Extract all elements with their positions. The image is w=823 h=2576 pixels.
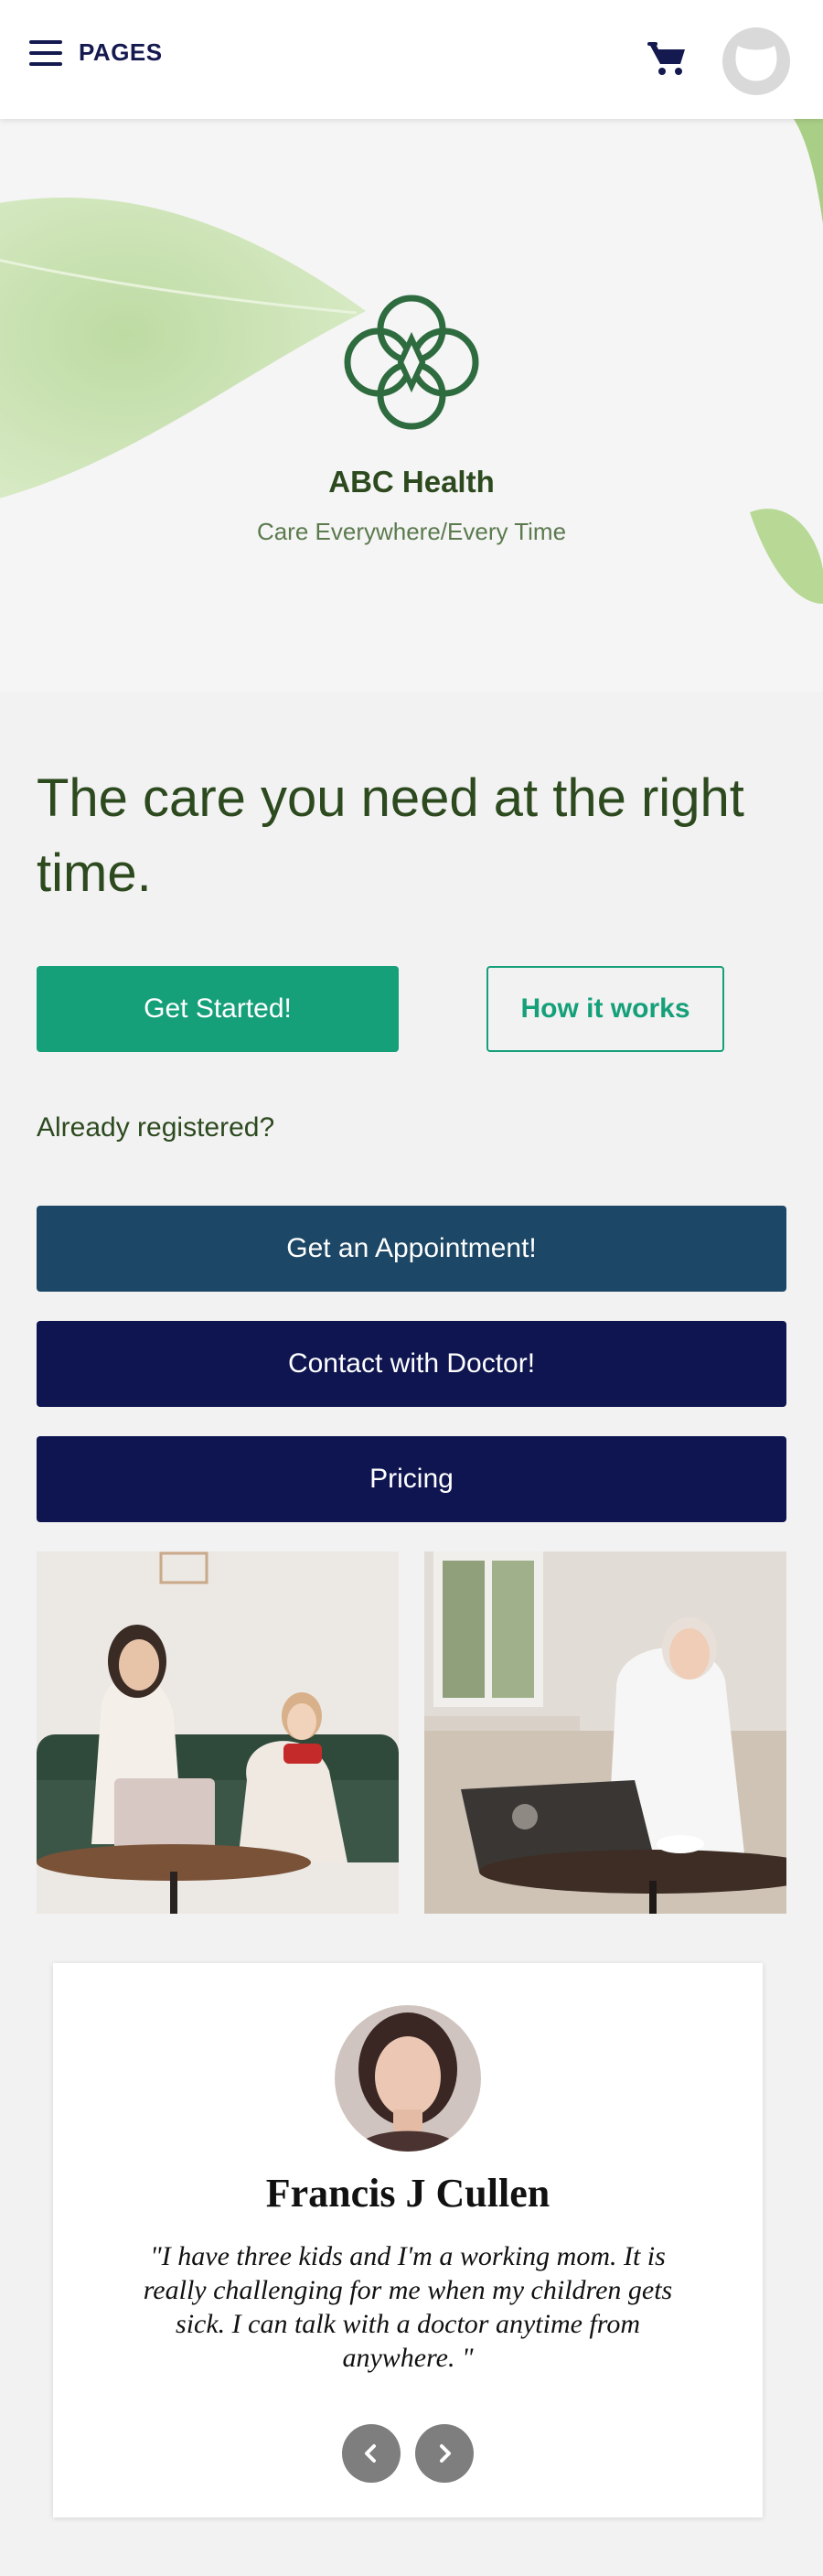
hero-banner: ABC Health Care Everywhere/Every Time [0, 119, 823, 692]
testimonial-card: Francis J Cullen "I have three kids and … [53, 1963, 763, 2517]
brand-name: ABC Health [328, 465, 495, 499]
testimonial-avatar [335, 2005, 481, 2152]
contact-doctor-button[interactable]: Contact with Doctor! [37, 1321, 786, 1407]
testimonial-name: Francis J Cullen [265, 2171, 550, 2216]
pages-menu-button[interactable]: PAGES [29, 38, 163, 67]
previous-testimonial-button[interactable] [342, 2424, 401, 2483]
pricing-button[interactable]: Pricing [37, 1436, 786, 1522]
leaf-decoration-right [750, 119, 823, 622]
pages-menu-label: PAGES [79, 38, 163, 66]
testimonial-quote: "I have three kids and I'm a working mom… [143, 2241, 673, 2373]
abc-health-logo [344, 295, 479, 430]
already-registered-text: Already registered? [37, 1112, 275, 1143]
hamburger-icon [29, 39, 62, 66]
page-headline: The care you need at the right time. [37, 768, 744, 903]
chevron-left-icon [365, 2444, 376, 2463]
mother-child-telehealth-photo [37, 1551, 399, 1914]
get-started-button[interactable]: Get Started! [37, 966, 399, 1052]
cart-icon[interactable] [647, 40, 688, 77]
avatar-icon[interactable] [722, 27, 790, 95]
next-testimonial-button[interactable] [415, 2424, 474, 2483]
brand-tagline: Care Everywhere/Every Time [256, 518, 567, 545]
top-header: PAGES [0, 0, 823, 119]
how-it-works-button[interactable]: How it works [486, 966, 724, 1052]
doctor-video-call-photo [424, 1551, 786, 1914]
get-appointment-button[interactable]: Get an Appointment! [37, 1206, 786, 1292]
chevron-right-icon [440, 2444, 451, 2463]
